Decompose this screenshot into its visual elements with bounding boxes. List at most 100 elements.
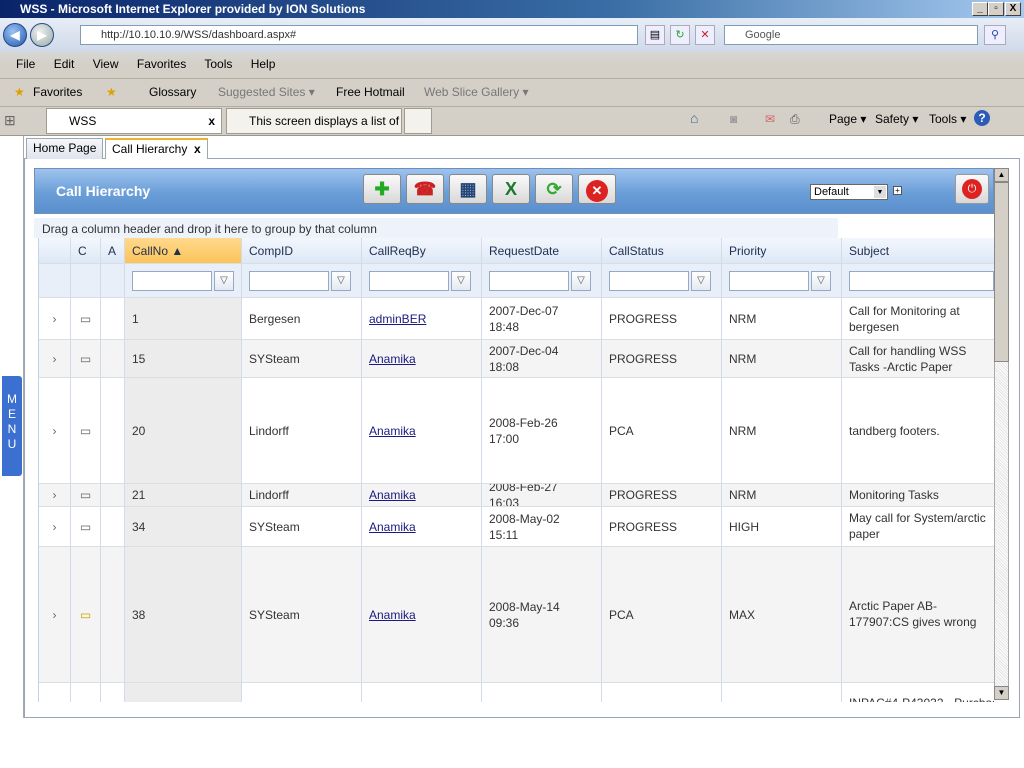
filter-input-requestdate[interactable] <box>489 270 569 291</box>
table-row[interactable]: › ▭ 34 SYSteam Anamika 2008-May-02 15:11 PROGR… <box>39 507 994 547</box>
back-button[interactable]: ◀ <box>3 23 27 47</box>
cell-value-callreqby[interactable]: Anamika <box>369 608 416 622</box>
logout-button[interactable]: ⏻ <box>955 174 989 204</box>
help-icon[interactable]: ? <box>974 110 990 126</box>
report-button[interactable]: ▦ <box>449 174 487 204</box>
minimize-button[interactable]: _ <box>972 2 988 16</box>
scroll-down-button[interactable]: ▼ <box>994 686 1009 700</box>
column-header-callreqby[interactable]: CallReqBy <box>362 238 482 263</box>
stop-icon[interactable]: ✕ <box>695 25 715 45</box>
table-row[interactable]: INPAC#4-P43032 - Purchase <box>39 683 994 702</box>
filter-icon[interactable]: ▽ <box>571 270 591 291</box>
column-header-subject[interactable]: Subject <box>842 238 994 263</box>
feeds-icon[interactable]: ◙ <box>730 112 737 126</box>
table-row[interactable]: › ▭ 20 Lindorff Anamika 2008-Feb-26 17:00 PCA N… <box>39 378 994 484</box>
group-by-area[interactable]: Drag a column header and drop it here to… <box>34 218 838 238</box>
print-icon[interactable]: ⎙ <box>790 112 800 127</box>
search-input[interactable]: Google <box>724 25 978 45</box>
expand-row-icon[interactable]: › <box>39 378 71 483</box>
filter-input-callno[interactable] <box>132 270 212 291</box>
column-header-requestdate[interactable]: RequestDate <box>482 238 602 263</box>
add-button[interactable]: ✚ <box>363 174 401 204</box>
tools-menu[interactable]: Tools ▾ <box>929 112 966 126</box>
quick-tabs-icon[interactable]: ⊞ <box>4 112 16 129</box>
filter-input-callstatus[interactable] <box>609 270 689 291</box>
maximize-button[interactable]: ▫ <box>988 2 1004 16</box>
new-tab-button[interactable] <box>404 108 432 134</box>
excel-export-button[interactable]: X <box>492 174 530 204</box>
filter-input-compid[interactable] <box>249 270 329 291</box>
cell-value-requestdate: 2008-May-02 15:11 <box>489 511 560 542</box>
filter-icon[interactable]: ▽ <box>451 270 471 291</box>
search-icon[interactable]: ⚲ <box>984 25 1006 45</box>
filter-input-priority[interactable] <box>729 270 809 291</box>
column-header-callstatus[interactable]: CallStatus <box>602 238 722 263</box>
cell-value-callreqby[interactable]: Anamika <box>369 424 416 438</box>
forward-button[interactable]: ▶ <box>30 23 54 47</box>
table-row[interactable]: › ▭ 15 SYSteam Anamika 2007-Dec-04 18:08 PROGR… <box>39 340 994 378</box>
cell-value-callno: 34 <box>132 519 146 534</box>
filter-input-callreqby[interactable] <box>369 270 449 291</box>
cell-value-requestdate: 2008-Feb-26 17:00 <box>489 415 558 446</box>
cell-callno: 34 <box>125 507 242 546</box>
cell-value-callreqby[interactable]: adminBER <box>369 312 426 326</box>
add-favorite-icon[interactable]: ★ <box>106 79 117 105</box>
expand-row-icon[interactable]: › <box>39 484 71 506</box>
filter-input-subject[interactable] <box>849 270 994 291</box>
cancel-button[interactable]: ✕ <box>578 174 616 204</box>
column-header-priority[interactable]: Priority <box>722 238 842 263</box>
fav-suggested-sites[interactable]: Suggested Sites ▾ <box>218 79 315 105</box>
refresh-icon[interactable]: ↻ <box>670 25 690 45</box>
close-window-button[interactable]: X <box>1005 2 1021 16</box>
menu-tools[interactable]: Tools <box>204 57 232 71</box>
scroll-up-button[interactable]: ▲ <box>994 168 1009 182</box>
expand-row-icon[interactable]: › <box>39 547 71 682</box>
home-icon[interactable]: ⌂ <box>690 110 698 126</box>
menu-favorites[interactable]: Favorites <box>137 57 186 71</box>
scroll-thumb[interactable] <box>994 182 1009 362</box>
page-menu[interactable]: Page ▾ <box>829 112 866 126</box>
table-row[interactable]: › ▭ 21 Lindorff Anamika 2008-Feb-27 16:03 PROG… <box>39 484 994 507</box>
column-header-compid[interactable]: CompID <box>242 238 362 263</box>
menu-file[interactable]: File <box>16 57 35 71</box>
fav-free-hotmail[interactable]: Free Hotmail <box>336 79 405 105</box>
mail-icon[interactable]: ✉ <box>765 112 775 126</box>
menu-edit[interactable]: Edit <box>54 57 75 71</box>
tab-close-icon[interactable]: x <box>194 142 201 156</box>
side-menu-tab[interactable]: MENU <box>2 376 22 476</box>
menu-help[interactable]: Help <box>251 57 276 71</box>
browser-tab-wss[interactable]: WSS x <box>46 108 222 134</box>
expand-row-icon[interactable]: › <box>39 340 71 377</box>
refresh-button[interactable]: ⟳ <box>535 174 573 204</box>
column-header-callno[interactable]: CallNo ▲ <box>125 238 242 263</box>
cell-value-callreqby[interactable]: Anamika <box>369 352 416 366</box>
add-layout-icon[interactable]: + <box>893 186 902 195</box>
call-button[interactable]: ☎ <box>406 174 444 204</box>
layout-select[interactable]: Default ▼ <box>810 184 888 200</box>
filter-icon[interactable]: ▽ <box>214 270 234 291</box>
fav-web-slice-gallery[interactable]: Web Slice Gallery ▾ <box>424 79 529 105</box>
favorites-button[interactable]: Favorites <box>33 79 82 105</box>
cell-value-callreqby[interactable]: Anamika <box>369 488 416 502</box>
cell-value-callreqby[interactable]: Anamika <box>369 520 416 534</box>
menu-view[interactable]: View <box>93 57 119 71</box>
app-tab-home[interactable]: Home Page <box>26 138 104 159</box>
filter-icon[interactable]: ▽ <box>811 270 831 291</box>
table-row[interactable]: › ▭ 1 Bergesen adminBER 2007-Dec-07 18:48 PROG… <box>39 298 994 340</box>
address-bar[interactable]: http://10.10.10.9/WSS/dashboard.aspx# <box>80 25 638 45</box>
app-tab-call-hierarchy[interactable]: Call Hierarchy x <box>105 138 208 159</box>
compat-view-button[interactable]: ▤ <box>645 25 665 45</box>
cell-priority: NRM <box>722 378 842 483</box>
tab-close-icon[interactable]: x <box>208 109 215 133</box>
expand-row-icon[interactable]: › <box>39 507 71 546</box>
cell-callno: 38 <box>125 547 242 682</box>
cell-subject: Monitoring Tasks <box>842 484 994 506</box>
filter-icon[interactable]: ▽ <box>691 270 711 291</box>
cell-value-callno: 1 <box>132 311 139 326</box>
safety-menu[interactable]: Safety ▾ <box>875 112 918 126</box>
fav-glossary[interactable]: Glossary <box>149 79 196 105</box>
filter-icon[interactable]: ▽ <box>331 270 351 291</box>
expand-row-icon[interactable]: › <box>39 298 71 339</box>
browser-tab-2[interactable]: This screen displays a list of ... <box>226 108 402 134</box>
table-row[interactable]: › ▭ 38 SYSteam Anamika 2008-May-14 09:36 PCA MA… <box>39 547 994 683</box>
